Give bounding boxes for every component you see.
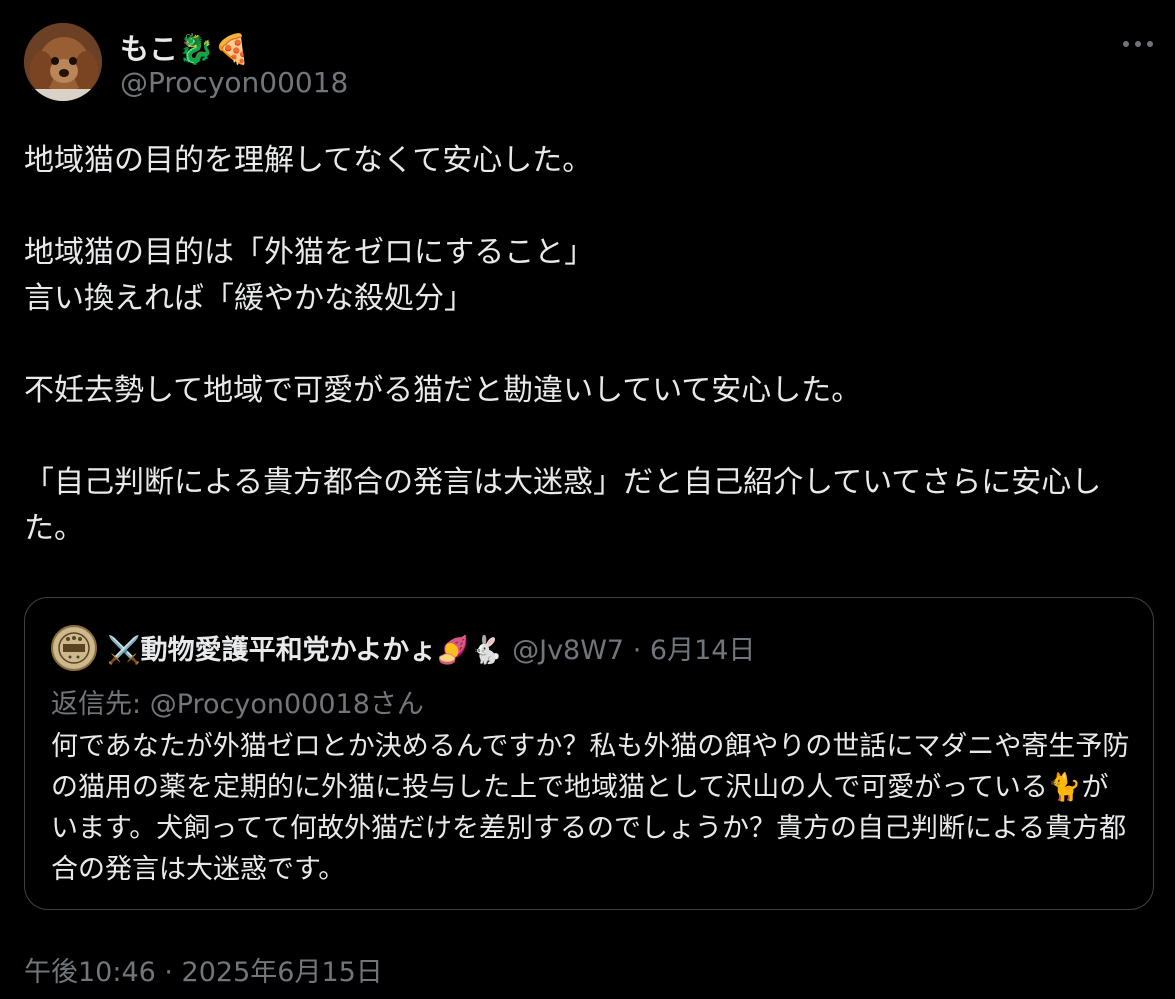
quote-author-handle[interactable]: @Jv8W7: [512, 635, 624, 666]
quote-author-display-name[interactable]: ⚔️動物愛護平和党かよかょ🍠🐇: [107, 635, 504, 666]
author-handle[interactable]: @Procyon00018: [120, 66, 348, 99]
quote-date[interactable]: 6月14日: [650, 635, 756, 666]
sos-animals-avatar-icon: [54, 628, 94, 668]
dog-photo-avatar-icon: [24, 23, 102, 101]
tweet-body-text: 地域猫の目的を理解してなくて安心した。 地域猫の目的は「外猫をゼロにすること」 …: [24, 143, 1102, 546]
quote-author-avatar[interactable]: [51, 625, 97, 671]
author-display-name[interactable]: もこ🐉🍕: [120, 26, 250, 68]
reply-to-line: 返信先: @Procyon00018さん: [51, 682, 424, 721]
quote-header: ⚔️動物愛護平和党かよかょ🍠🐇 @Jv8W7 · 6月14日: [107, 628, 755, 667]
quoted-tweet[interactable]: ⚔️動物愛護平和党かよかょ🍠🐇 @Jv8W7 · 6月14日 返信先: @Pro…: [24, 597, 1154, 910]
tweet: もこ🐉🍕 @Procyon00018 地域猫の目的を理解してなくて安心した。 地…: [0, 0, 1175, 999]
author-avatar[interactable]: [24, 23, 102, 101]
tweet-timestamp[interactable]: 午後10:46 · 2025年6月15日: [24, 950, 383, 989]
quote-body-text: 何であなたが外猫ゼロとか決めるんですか？私も外猫の餌やりの世話にマダニや寄生予防…: [51, 731, 1130, 885]
reply-to-handle[interactable]: @Procyon00018さん: [150, 689, 424, 720]
quote-separator: ·: [632, 635, 642, 666]
reply-to-label: 返信先:: [51, 689, 142, 720]
more-horizontal-icon[interactable]: [1120, 30, 1156, 58]
